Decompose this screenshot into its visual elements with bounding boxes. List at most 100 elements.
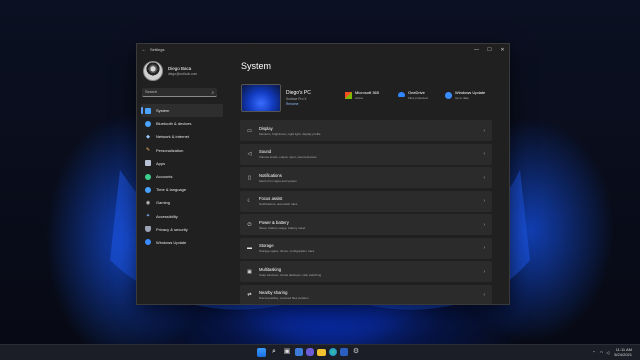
sidebar-item-network[interactable]: ◆ Network & internet xyxy=(141,130,223,143)
sidebar-item-gaming[interactable]: ◉ Gaming xyxy=(141,196,223,209)
quick-title: OneDrive xyxy=(408,90,425,95)
rename-link[interactable]: Rename xyxy=(286,102,311,106)
sidebar-item-label: Time & language xyxy=(156,187,187,193)
window-title: Settings xyxy=(150,47,165,52)
sidebar-item-accounts[interactable]: Accounts xyxy=(141,170,223,183)
sidebar-item-label: Gaming xyxy=(156,200,171,206)
row-title: Nearby sharing xyxy=(259,290,288,295)
row-subtitle: Sleep, battery usage, battery saver xyxy=(259,225,306,230)
edge-icon[interactable] xyxy=(329,348,337,356)
back-arrow-icon[interactable]: ← xyxy=(140,47,148,53)
chevron-right-icon: › xyxy=(483,127,485,134)
main-content: System Diego's PC Surface Pro X Rename M… xyxy=(240,55,498,304)
settings-row-notifications[interactable]: ▯ Notifications Alerts from apps and syst… xyxy=(240,167,492,188)
sidebar-item-system[interactable]: System xyxy=(141,104,223,118)
sidebar-item-windows-update[interactable]: Windows Update xyxy=(141,236,223,249)
search-icon[interactable]: ⌕ xyxy=(269,347,279,357)
wifi-icon[interactable]: ◠ xyxy=(600,350,604,355)
chevron-right-icon: › xyxy=(483,198,485,204)
search-input[interactable]: Search ⌕ xyxy=(142,88,217,97)
chevron-right-icon: › xyxy=(483,268,485,275)
clock-date: 5/24/2021 xyxy=(614,352,632,357)
sidebar-item-label: Accessibility xyxy=(156,213,178,219)
sidebar-item-apps[interactable]: Apps xyxy=(141,157,223,170)
chevron-right-icon: › xyxy=(483,221,485,228)
profile-email: diego@outlook.com xyxy=(168,72,198,76)
widgets-icon[interactable] xyxy=(295,348,303,356)
display-icon: ▭ xyxy=(247,127,252,134)
sidebar-item-accessibility[interactable]: ✦ Accessibility xyxy=(141,210,223,223)
windows-update-icon xyxy=(445,92,452,99)
system-tray: ⌃ ◠ ◁ 11:11 AM 5/24/2021 xyxy=(592,347,632,357)
settings-row-display[interactable]: ▭ Display Monitors, brightness, night lig… xyxy=(240,120,492,141)
device-name: Diego's PC xyxy=(286,90,311,96)
row-title: Multitasking xyxy=(259,266,282,272)
apps-icon xyxy=(145,160,151,167)
onedrive-icon xyxy=(398,92,405,97)
settings-row-multitasking[interactable]: ▣ Multitasking Snap windows, virtual desk… xyxy=(240,261,492,282)
user-profile[interactable]: Diego Baca diego@outlook.com xyxy=(143,61,197,81)
settings-row-sound[interactable]: ◁ Sound Volume levels, output, input, sou… xyxy=(240,143,492,165)
update-icon xyxy=(145,239,151,246)
quick-title: Microsoft 365 xyxy=(355,90,380,95)
chevron-up-icon[interactable]: ⌃ xyxy=(592,350,595,355)
chevron-right-icon: › xyxy=(483,174,485,181)
settings-row-power[interactable]: ⏻ Power & battery Sleep, battery usage, b… xyxy=(240,214,492,235)
brush-icon: ✎ xyxy=(145,147,151,154)
row-subtitle: Discoverability, received files location xyxy=(259,296,309,300)
quick-subtitle: Active xyxy=(355,96,364,100)
settings-icon[interactable]: ⚙ xyxy=(351,347,361,357)
sidebar: Diego Baca diego@outlook.com Search ⌕ Sy… xyxy=(137,55,229,304)
quick-onedrive[interactable]: OneDrive Files protected xyxy=(398,90,428,100)
system-icon xyxy=(145,107,151,114)
power-icon: ⏻ xyxy=(247,221,252,228)
close-button[interactable]: ✕ xyxy=(496,47,509,53)
row-title: Display xyxy=(259,125,273,131)
chat-icon[interactable] xyxy=(306,348,314,356)
row-title: Focus assist xyxy=(259,196,283,201)
accessibility-icon: ✦ xyxy=(145,213,151,220)
sidebar-item-privacy[interactable]: Privacy & security xyxy=(141,223,223,236)
sidebar-item-label: Privacy & security xyxy=(156,226,188,232)
shield-icon xyxy=(145,226,151,233)
sidebar-item-label: Network & internet xyxy=(156,134,189,140)
avatar xyxy=(143,61,163,81)
title-bar: ← Settings — ☐ ✕ xyxy=(137,44,509,55)
sidebar-item-label: Windows Update xyxy=(156,239,187,245)
minimize-button[interactable]: — xyxy=(470,47,483,53)
settings-list: ▭ Display Monitors, brightness, night lig… xyxy=(240,120,492,304)
sidebar-item-time-language[interactable]: Time & language xyxy=(141,183,223,196)
quick-windows-update[interactable]: Windows Update Up to date xyxy=(445,90,485,100)
device-card: Diego's PC Surface Pro X Rename xyxy=(241,84,311,112)
volume-icon[interactable]: ◁ xyxy=(606,350,609,355)
settings-window: ← Settings — ☐ ✕ Diego Baca diego@outloo… xyxy=(136,43,510,305)
row-subtitle: Notifications, automatic rules xyxy=(259,202,298,206)
focus-assist-icon: ☾ xyxy=(247,198,252,204)
taskbar-apps: ⌕ ▣ ⚙ xyxy=(257,347,364,357)
row-title: Sound xyxy=(259,149,272,154)
row-subtitle: Snap windows, virtual desktops, task swi… xyxy=(259,272,322,277)
bluetooth-icon xyxy=(145,120,151,127)
task-view-icon[interactable]: ▣ xyxy=(282,347,292,357)
store-icon[interactable] xyxy=(340,348,348,356)
settings-row-focus-assist[interactable]: ☾ Focus assist Notifications, automatic r… xyxy=(240,190,492,212)
storage-icon: ▬ xyxy=(247,245,252,251)
sound-icon: ◁ xyxy=(247,151,252,157)
sidebar-item-bluetooth[interactable]: Bluetooth & devices xyxy=(141,117,223,130)
quick-microsoft365[interactable]: Microsoft 365 Active xyxy=(345,90,379,100)
maximize-button[interactable]: ☐ xyxy=(483,47,496,53)
row-subtitle: Storage space, drives, configuration rul… xyxy=(259,249,315,253)
windows-start-icon[interactable] xyxy=(257,347,266,357)
file-explorer-icon[interactable] xyxy=(317,349,326,356)
settings-row-nearby-sharing[interactable]: ⇄ Nearby sharing Discoverability, receive… xyxy=(240,284,492,304)
row-subtitle: Alerts from apps and system xyxy=(259,178,298,183)
row-subtitle: Monitors, brightness, night light, displ… xyxy=(259,131,321,136)
device-thumbnail xyxy=(241,84,281,112)
page-title: System xyxy=(241,61,272,71)
gaming-icon: ◉ xyxy=(145,199,151,206)
settings-row-storage[interactable]: ▬ Storage Storage space, drives, configur… xyxy=(240,237,492,259)
row-subtitle: Volume levels, output, input, sound devi… xyxy=(259,155,317,159)
clock[interactable]: 11:11 AM 5/24/2021 xyxy=(614,347,632,357)
sidebar-item-personalization[interactable]: ✎ Personalization xyxy=(141,144,223,157)
quick-title: Windows Update xyxy=(455,90,486,95)
